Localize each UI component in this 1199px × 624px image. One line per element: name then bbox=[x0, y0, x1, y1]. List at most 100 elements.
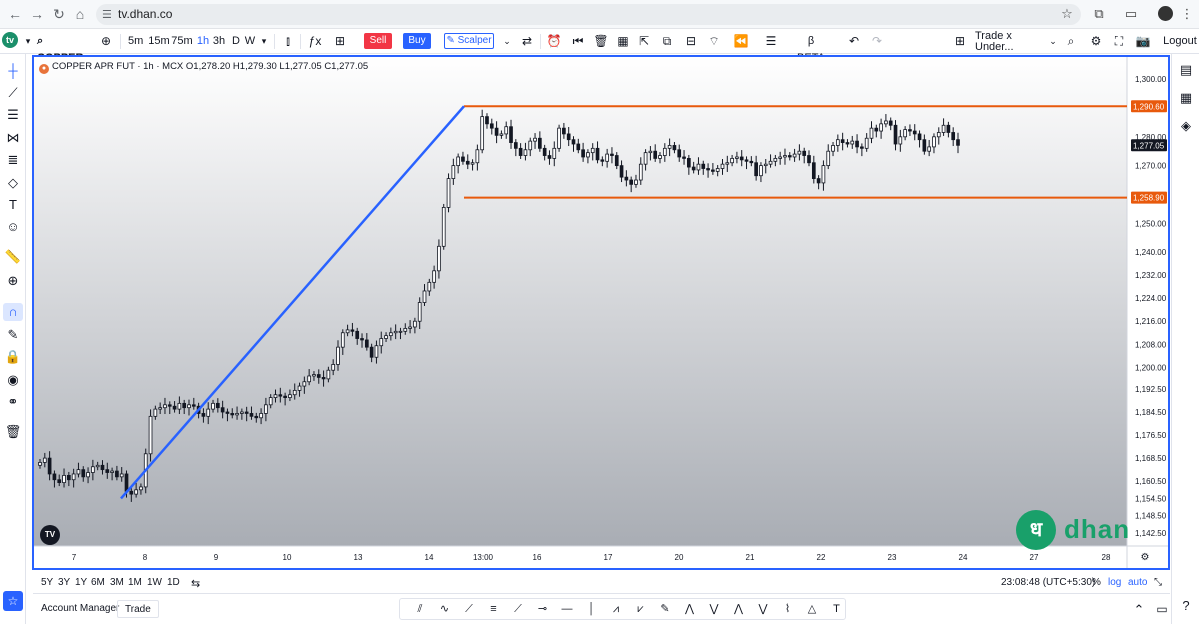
popout-icon[interactable]: ⇱ bbox=[636, 33, 652, 50]
candles-style-icon[interactable]: ⫾ bbox=[280, 33, 296, 50]
stay-drawing-icon[interactable]: ✎ bbox=[3, 326, 23, 344]
interval-15m[interactable]: 15m bbox=[148, 33, 170, 50]
layers-icon[interactable]: ◈ bbox=[1178, 118, 1194, 134]
link-icon[interactable]: ⧉ bbox=[659, 33, 675, 50]
buy-button[interactable]: Buy bbox=[403, 33, 431, 49]
abcd-pattern-icon[interactable]: ⩘ bbox=[608, 601, 624, 618]
range-6M[interactable]: 6M bbox=[91, 577, 105, 588]
magnet-icon[interactable]: ∩ bbox=[3, 303, 23, 321]
zigzag-icon[interactable]: ⩗ bbox=[633, 601, 649, 618]
settings-gear-icon[interactable]: ⚙ bbox=[1088, 33, 1104, 50]
range-3Y[interactable]: 3Y bbox=[58, 577, 70, 588]
interval-1h[interactable]: 1h bbox=[196, 33, 210, 50]
fib-icon[interactable]: ≣ bbox=[3, 151, 23, 169]
trend-line-icon[interactable]: ⟋ bbox=[3, 84, 23, 102]
brush-icon[interactable]: ✎ bbox=[657, 601, 673, 618]
log-toggle[interactable]: log bbox=[1108, 577, 1121, 588]
parallel-channel-icon[interactable]: ≡ bbox=[486, 601, 502, 618]
account-manager-tab[interactable]: Account Manager bbox=[34, 600, 126, 618]
link-icon[interactable]: ⚭ bbox=[3, 393, 23, 411]
range-5Y[interactable]: 5Y bbox=[41, 577, 53, 588]
range-1W[interactable]: 1W bbox=[147, 577, 162, 588]
bookmark-star-icon[interactable]: ☆ bbox=[1058, 5, 1076, 23]
pattern-icon[interactable]: ⋈ bbox=[3, 129, 23, 147]
templates-icon[interactable]: ⊞ bbox=[332, 33, 348, 50]
browser-menu-icon[interactable]: ⋮ bbox=[1178, 5, 1196, 23]
ray-icon[interactable]: ⟋ bbox=[461, 601, 477, 618]
emoji-icon[interactable]: ☺ bbox=[3, 218, 23, 236]
elliott-wxy-icon[interactable]: ⋁ bbox=[755, 601, 771, 618]
shapes-icon[interactable]: ◇ bbox=[3, 174, 23, 192]
lock-icon[interactable]: 🔒 bbox=[3, 348, 23, 366]
elliott-abc-icon[interactable]: ⋀ bbox=[731, 601, 747, 618]
fullscreen-icon[interactable]: ⛶ bbox=[1111, 33, 1127, 50]
forward-icon[interactable]: → bbox=[28, 5, 46, 23]
xabcd-icon[interactable]: ⋀ bbox=[682, 601, 698, 618]
lines-icon[interactable]: ⫽ bbox=[412, 601, 428, 618]
text-tool-icon[interactable]: T bbox=[829, 601, 845, 618]
horizontal-ray-icon[interactable]: ⊸ bbox=[535, 601, 551, 618]
interval-5m[interactable]: 5m bbox=[128, 33, 143, 50]
trade-tab[interactable]: Trade bbox=[117, 600, 159, 618]
interval-75m[interactable]: 75m bbox=[171, 33, 193, 50]
symbol-search[interactable]: ⌕ COPPER A bbox=[37, 33, 92, 81]
camera-icon[interactable]: 📷 bbox=[1135, 33, 1151, 50]
redo-icon[interactable]: ↷ bbox=[869, 33, 885, 50]
chart-canvas[interactable]: 1,300.001,280.001,270.001,250.001,240.00… bbox=[34, 57, 1168, 568]
range-1Y[interactable]: 1Y bbox=[75, 577, 87, 588]
horizontal-lines-icon[interactable]: ☰ bbox=[3, 106, 23, 124]
range-1M[interactable]: 1M bbox=[128, 577, 142, 588]
percent-toggle[interactable]: % bbox=[1092, 577, 1101, 588]
interval-D[interactable]: D bbox=[229, 33, 243, 50]
interval-W[interactable]: W bbox=[243, 33, 257, 50]
scalper-dropdown-icon[interactable]: ⌄ bbox=[499, 33, 515, 50]
indicators-icon[interactable]: ƒx bbox=[307, 33, 323, 50]
list-icon[interactable]: ☰ bbox=[763, 33, 779, 50]
home-icon[interactable]: ⌂ bbox=[71, 5, 89, 23]
strategy-icon[interactable]: ⊟ bbox=[683, 33, 699, 50]
range-1D[interactable]: 1D bbox=[167, 577, 180, 588]
rewind-icon[interactable]: ⏪ bbox=[733, 33, 749, 50]
maximize-panel-icon[interactable]: ▭ bbox=[1154, 601, 1170, 618]
cypher-icon[interactable]: ⌇ bbox=[780, 601, 796, 618]
profile-avatar[interactable] bbox=[1158, 6, 1173, 21]
scalper-button[interactable]: ✎ Scalper bbox=[444, 33, 494, 49]
address-bar[interactable]: ☰ tv.dhan.co bbox=[96, 4, 1081, 25]
elliott-w-icon[interactable]: ⋁ bbox=[706, 601, 722, 618]
replay-icon[interactable]: ⏮ bbox=[570, 33, 586, 50]
eye-icon[interactable]: ◉ bbox=[3, 371, 23, 389]
arrows-icon[interactable]: ⇄ bbox=[519, 33, 535, 50]
ruler-icon[interactable]: 📏 bbox=[3, 248, 23, 266]
range-3M[interactable]: 3M bbox=[110, 577, 124, 588]
clock-text[interactable]: 23:08:48 (UTC+5:30) bbox=[1001, 577, 1095, 588]
layout-dropdown-icon[interactable]: ⌄ bbox=[1045, 33, 1061, 50]
axis-settings-icon[interactable]: ⚙ bbox=[1141, 552, 1150, 563]
collapse-icon[interactable]: ⤡ bbox=[1154, 577, 1162, 588]
triangle-icon[interactable]: △ bbox=[804, 601, 820, 618]
site-info-icon[interactable]: ☰ bbox=[102, 8, 112, 21]
wifi-icon[interactable]: ⌔ bbox=[706, 33, 722, 50]
layout-name-button[interactable]: Trade x Under... Save bbox=[975, 31, 1043, 63]
quick-search-icon[interactable]: ⌕ bbox=[1063, 33, 1079, 50]
url-text[interactable]: tv.dhan.co bbox=[118, 7, 172, 21]
alert-icon[interactable]: ⏰ bbox=[546, 33, 562, 50]
tradingview-badge[interactable]: TV bbox=[40, 525, 60, 545]
goto-date-icon[interactable]: ⇆ bbox=[191, 577, 200, 590]
text-tool-icon[interactable]: T bbox=[3, 196, 23, 214]
extensions-icon[interactable]: ⧉ bbox=[1090, 5, 1108, 23]
logout-button[interactable]: Logout bbox=[1163, 33, 1197, 50]
compare-add-icon[interactable]: ⊕ bbox=[98, 33, 114, 50]
watchlist-icon[interactable]: ▤ bbox=[1178, 62, 1194, 78]
news-icon[interactable]: ▦ bbox=[1178, 90, 1194, 106]
undo-icon[interactable]: ↶ bbox=[846, 33, 862, 50]
path-icon[interactable]: ∿ bbox=[437, 601, 453, 618]
app-logo-icon[interactable]: tv bbox=[2, 32, 18, 48]
chart-pane[interactable]: 1,300.00 1,280.00 1,270.00 1,250.00 1,240.00… bbox=[32, 55, 1170, 570]
layout-grid-icon[interactable]: ⊞ bbox=[952, 33, 968, 50]
zoom-in-icon[interactable]: ⊕ bbox=[3, 272, 23, 290]
auto-toggle[interactable]: auto bbox=[1128, 577, 1147, 588]
option-chain-icon[interactable]: ▦ bbox=[615, 33, 631, 50]
horizontal-line-icon[interactable]: — bbox=[559, 601, 575, 618]
back-icon[interactable]: ← bbox=[6, 5, 24, 23]
interval-3h[interactable]: 3h bbox=[212, 33, 226, 50]
